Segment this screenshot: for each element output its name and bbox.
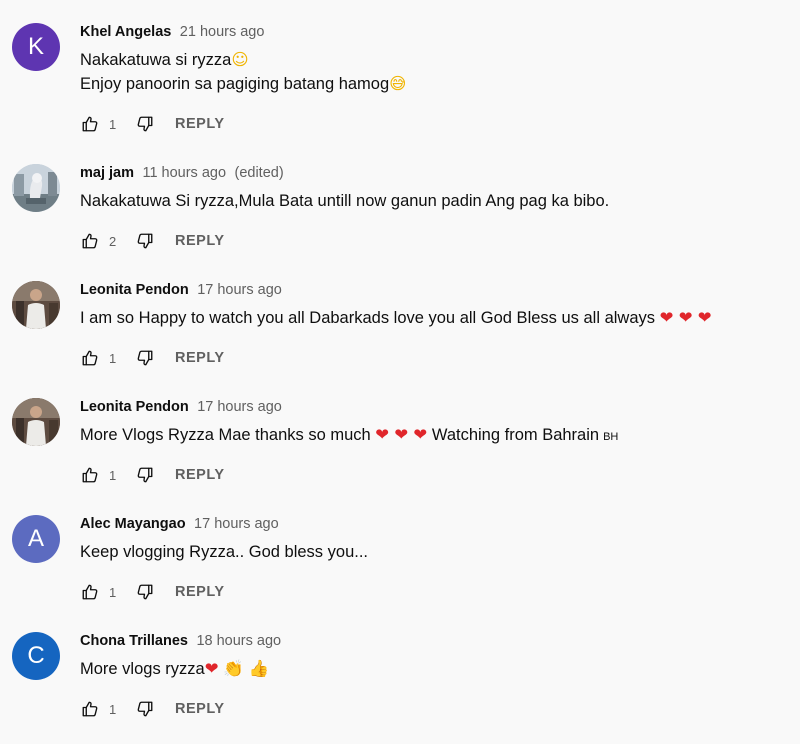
comment-header: maj jam 11 hours ago (edited) <box>80 163 284 183</box>
comment-actions: 1 REPLY <box>80 348 225 368</box>
avatar[interactable]: C <box>12 632 60 680</box>
comment-text: Keep vlogging Ryzza.. God bless you... <box>80 540 368 564</box>
comment-header: Alec Mayangao 17 hours ago <box>80 514 279 534</box>
comment-timestamp[interactable]: 11 hours ago <box>142 165 226 181</box>
avatar-letter: K <box>27 33 44 60</box>
comment-text: Nakakatuwa Si ryzza,Mula Bata untill now… <box>80 189 609 213</box>
comment-actions: 1 REPLY <box>80 114 225 134</box>
comment-text: More Vlogs Ryzza Mae thanks so much ❤ ❤ … <box>80 423 618 449</box>
comment-thread: A Alec Mayangao 17 hours ago Keep vloggi… <box>0 510 800 627</box>
like-count: 1 <box>109 584 117 600</box>
author-name[interactable]: Leonita Pendon <box>80 399 189 415</box>
like-count: 1 <box>109 350 117 366</box>
comment-header: Chona Trillanes 18 hours ago <box>80 631 281 651</box>
comment-actions: 1 REPLY <box>80 582 225 602</box>
like-count: 2 <box>109 233 117 249</box>
reply-button[interactable]: REPLY <box>175 584 225 600</box>
comment-actions: 1 REPLY <box>80 465 225 485</box>
author-name[interactable]: Chona Trillanes <box>80 633 188 649</box>
comment-text: Nakakatuwa si ryzza☺ Enjoy panoorin sa p… <box>80 48 406 96</box>
comment-line: Enjoy panoorin sa pagiging batang hamog <box>80 75 390 93</box>
comment-line: More Vlogs Ryzza Mae thanks so much <box>80 426 371 444</box>
like-count: 1 <box>109 467 117 483</box>
avatar[interactable]: K <box>12 23 60 71</box>
comment-line: More vlogs ryzza <box>80 660 205 678</box>
like-count: 1 <box>109 701 117 717</box>
author-name[interactable]: Leonita Pendon <box>80 282 189 298</box>
edited-label: (edited) <box>234 165 284 181</box>
comment-text: I am so Happy to watch you all Dabarkads… <box>80 306 712 330</box>
author-name[interactable]: Alec Mayangao <box>80 516 186 532</box>
sweat-smile-emoji: 😅 <box>389 74 407 93</box>
comment-thread: C Chona Trillanes 18 hours ago More vlog… <box>0 627 800 744</box>
comment-thread: K Khel Angelas 21 hours ago Nakakatuwa s… <box>0 18 800 135</box>
comment-header: Leonita Pendon 17 hours ago <box>80 280 282 300</box>
avatar[interactable] <box>12 281 60 329</box>
reply-button[interactable]: REPLY <box>175 233 225 249</box>
comment-text: More vlogs ryzza❤ 👏 👍 <box>80 657 269 681</box>
thumbs-down-icon[interactable] <box>135 582 155 602</box>
heart-emoji: ❤ <box>204 659 219 678</box>
clap-thumbs-up-emoji: 👏 👍 <box>223 659 270 678</box>
avatar-letter: C <box>27 642 45 669</box>
thumbs-down-icon[interactable] <box>135 114 155 134</box>
thumbs-up-icon[interactable] <box>80 231 100 251</box>
person-photo <box>12 398 60 446</box>
comment-timestamp[interactable]: 17 hours ago <box>197 399 282 415</box>
comment-timestamp[interactable]: 18 hours ago <box>196 633 281 649</box>
avatar-letter: A <box>27 525 44 552</box>
comment-thread: maj jam 11 hours ago (edited) Nakakatuwa… <box>0 159 800 276</box>
reply-button[interactable]: REPLY <box>175 467 225 483</box>
avatar[interactable]: A <box>12 515 60 563</box>
avatar[interactable] <box>12 164 60 212</box>
thumbs-up-icon[interactable] <box>80 348 100 368</box>
thumbs-down-icon[interactable] <box>135 348 155 368</box>
thumbs-up-icon[interactable] <box>80 465 100 485</box>
comment-line: Keep vlogging Ryzza.. God bless you... <box>80 543 368 561</box>
comment-header: Khel Angelas 21 hours ago <box>80 22 264 42</box>
comment-timestamp[interactable]: 21 hours ago <box>180 24 265 40</box>
thumbs-up-icon[interactable] <box>80 114 100 134</box>
thumbs-up-icon[interactable] <box>80 582 100 602</box>
thumbs-up-icon[interactable] <box>80 699 100 719</box>
comment-line: I am so Happy to watch you all Dabarkads… <box>80 309 656 327</box>
comment-line: Nakakatuwa Si ryzza,Mula Bata untill now… <box>80 192 610 210</box>
thumbs-down-icon[interactable] <box>135 465 155 485</box>
smile-emoji: ☺ <box>231 50 249 69</box>
thumbs-down-icon[interactable] <box>135 231 155 251</box>
avatar[interactable] <box>12 398 60 446</box>
author-name[interactable]: maj jam <box>80 165 134 181</box>
heart-emoji: ❤ ❤ ❤ <box>375 425 428 444</box>
reply-button[interactable]: REPLY <box>175 116 225 132</box>
author-name[interactable]: Khel Angelas <box>80 24 171 40</box>
merlion-statue-photo <box>12 164 60 212</box>
reply-button[interactable]: REPLY <box>175 350 225 366</box>
comment-actions: 1 REPLY <box>80 699 225 719</box>
comment-actions: 2 REPLY <box>80 231 225 251</box>
comment-header: Leonita Pendon 17 hours ago <box>80 397 282 417</box>
comment-line: Nakakatuwa si ryzza <box>80 51 232 69</box>
person-photo <box>12 281 60 329</box>
comments-list: K Khel Angelas 21 hours ago Nakakatuwa s… <box>0 0 800 735</box>
like-count: 1 <box>109 116 117 132</box>
heart-emoji: ❤ ❤ ❤ <box>659 308 712 327</box>
reply-button[interactable]: REPLY <box>175 701 225 717</box>
comment-timestamp[interactable]: 17 hours ago <box>197 282 282 298</box>
thumbs-down-icon[interactable] <box>135 699 155 719</box>
comment-thread: Leonita Pendon 17 hours ago More Vlogs R… <box>0 393 800 510</box>
comment-line-tail: Watching from Bahrain <box>431 426 600 444</box>
comment-thread: Leonita Pendon 17 hours ago I am so Happ… <box>0 276 800 393</box>
bahrain-flag-icon: BH <box>603 431 619 443</box>
comment-timestamp[interactable]: 17 hours ago <box>194 516 279 532</box>
